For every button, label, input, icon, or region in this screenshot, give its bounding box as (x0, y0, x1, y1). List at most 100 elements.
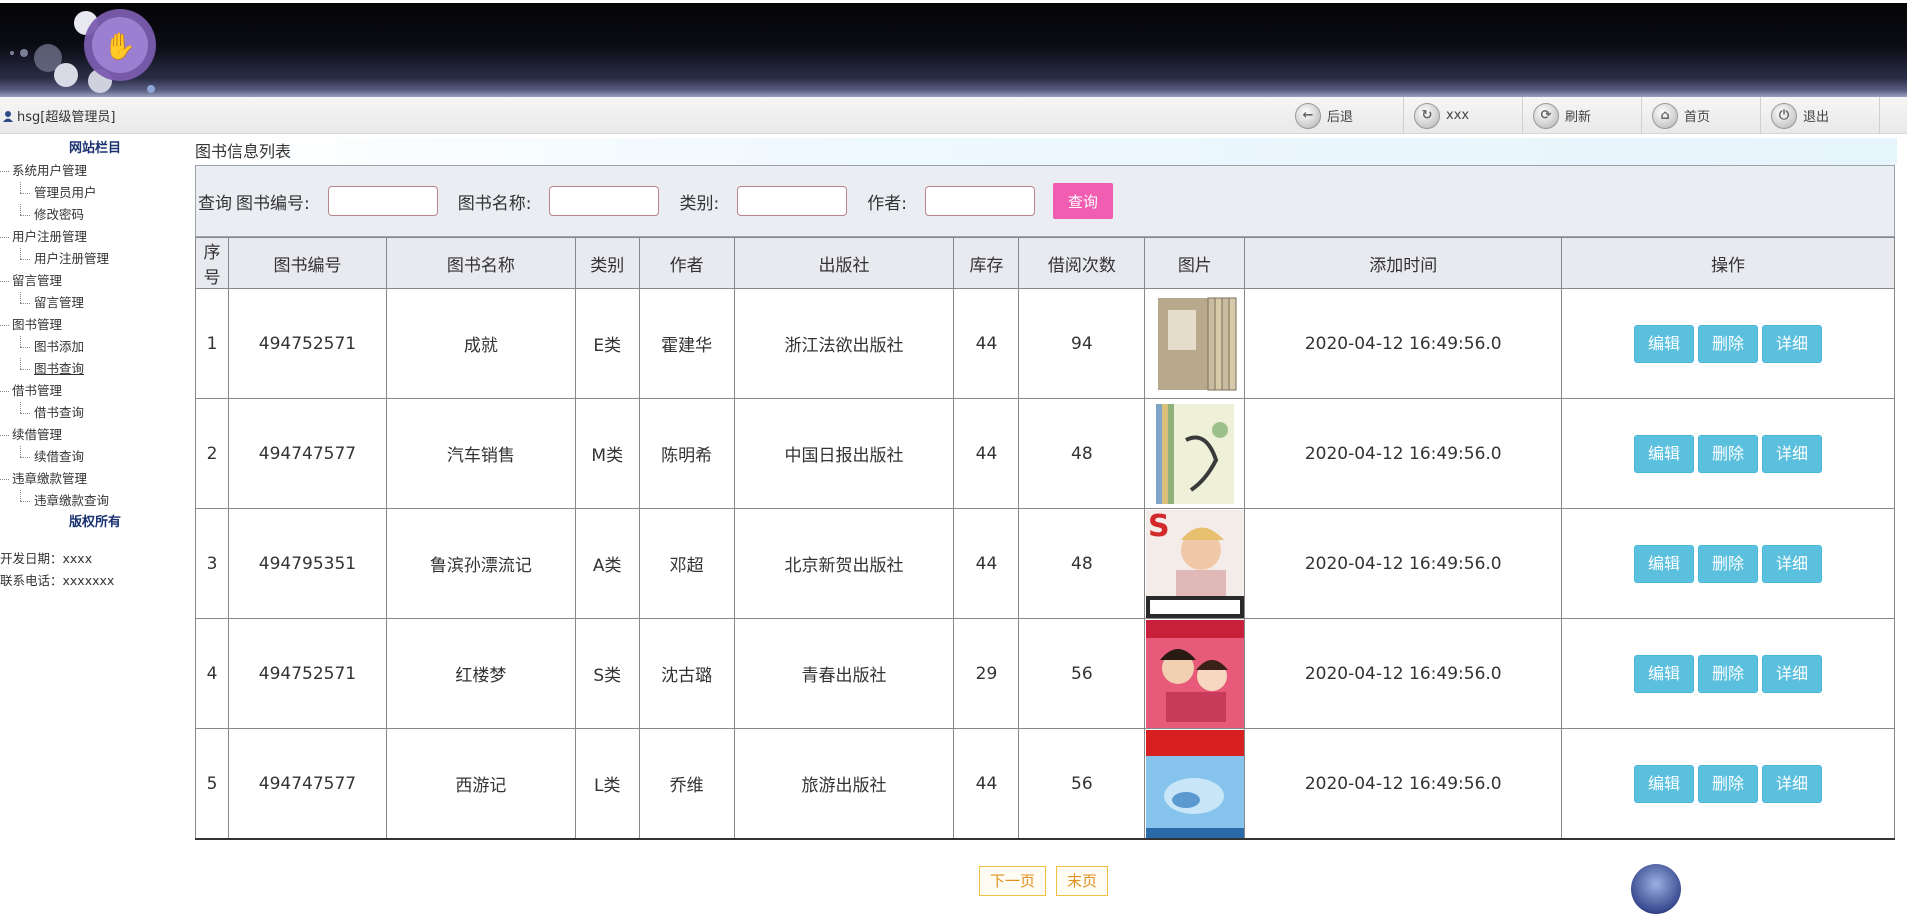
cell-index: 3 (195, 508, 229, 619)
cell-index: 1 (195, 288, 229, 399)
last-page-link[interactable]: 末页 (1056, 866, 1109, 896)
detail-button[interactable]: 详细 (1762, 434, 1823, 473)
cell-book-no: 494747577 (227, 398, 387, 509)
page-title: 图书信息列表 (195, 138, 1897, 165)
nav-group-books[interactable]: 图书管理 (0, 314, 190, 336)
nav-item-book-query[interactable]: 图书查询 (0, 358, 190, 380)
nav-group-borrow[interactable]: 借书管理 (0, 380, 190, 402)
nav-group-messages[interactable]: 留言管理 (0, 270, 190, 292)
refresh-circle-icon: ↻ (1414, 102, 1440, 129)
contact-phone: 联系电话：xxxxxxx (0, 573, 115, 588)
nav-item-user-registration[interactable]: 用户注册管理 (0, 248, 190, 270)
edit-button[interactable]: 编辑 (1634, 544, 1695, 583)
category-input[interactable] (737, 186, 848, 216)
cell-book-no: 494752571 (227, 618, 387, 729)
cell-publisher: 北京新贺出版社 (733, 508, 955, 619)
detail-button[interactable]: 详细 (1762, 324, 1823, 363)
cell-image (1144, 288, 1246, 399)
col-index: 序号 (195, 237, 229, 289)
cell-publisher: 浙江法欲出版社 (733, 288, 955, 399)
cell-book-name: 鲁滨孙漂流记 (385, 508, 576, 619)
svg-text:✋: ✋ (104, 31, 136, 62)
cell-publisher: 旅游出版社 (733, 728, 955, 840)
cell-added-time: 2020-04-12 16:49:56.0 (1244, 288, 1563, 399)
nav-group-user-registration[interactable]: 用户注册管理 (0, 226, 190, 248)
nav-tree: 系统用户管理 管理员用户 修改密码 用户注册管理 用户注册管理 留言管理 留言管… (0, 160, 190, 512)
copyright-title: 版权所有 (68, 515, 121, 530)
cell-index: 5 (195, 728, 229, 840)
cell-stock: 44 (953, 288, 1020, 399)
cell-stock: 29 (953, 618, 1020, 729)
back-button[interactable]: ← 后退 (1285, 97, 1404, 134)
search-button[interactable]: 查询 (1052, 183, 1113, 219)
col-actions: 操作 (1561, 237, 1895, 289)
nav-item-admin-users[interactable]: 管理员用户 (0, 182, 190, 204)
cell-actions: 编辑 删除 详细 (1561, 398, 1895, 509)
book-cover-image[interactable] (1145, 289, 1244, 398)
cell-publisher: 中国日报出版社 (733, 398, 955, 509)
power-icon: ⏻ (1771, 102, 1797, 129)
cell-borrow-count: 56 (1018, 728, 1146, 840)
nav-group-fines[interactable]: 违章缴款管理 (0, 468, 190, 490)
refresh-button[interactable]: ⟳ 刷新 (1523, 97, 1642, 134)
home-button[interactable]: ⌂ 首页 (1642, 97, 1761, 134)
edit-button[interactable]: 编辑 (1634, 324, 1695, 363)
nav-group-system-users[interactable]: 系统用户管理 (0, 160, 190, 182)
cell-actions: 编辑 删除 详细 (1561, 508, 1895, 619)
table-row: 3 494795351 鲁滨孙漂流记 A类 邓超 北京新贺出版社 44 48 S (195, 508, 1895, 619)
cell-book-no: 494752571 (227, 288, 387, 399)
delete-button[interactable]: 删除 (1698, 544, 1759, 583)
next-page-link[interactable]: 下一页 (979, 866, 1047, 896)
nav-item-messages[interactable]: 留言管理 (0, 292, 190, 314)
book-cover-image[interactable]: S (1145, 509, 1244, 618)
book-no-input[interactable] (327, 186, 438, 216)
cell-actions: 编辑 删除 详细 (1561, 728, 1895, 840)
col-borrow-count: 借阅次数 (1018, 237, 1146, 289)
xxx-button[interactable]: ↻ xxx (1404, 97, 1523, 134)
nav-item-add-book[interactable]: 图书添加 (0, 336, 190, 358)
edit-button[interactable]: 编辑 (1634, 434, 1695, 473)
home-icon: ⌂ (1652, 102, 1678, 129)
cell-stock: 44 (953, 728, 1020, 840)
svg-text:S: S (1148, 510, 1170, 544)
detail-button[interactable]: 详细 (1762, 764, 1823, 803)
main-content: 图书信息列表 查询 图书编号: 图书名称: 类别: 作者: 查询 序号 图书编号… (195, 138, 1897, 840)
delete-button[interactable]: 删除 (1698, 324, 1759, 363)
cell-index: 2 (195, 398, 229, 509)
detail-button[interactable]: 详细 (1762, 654, 1823, 693)
nav-item-renewal-query[interactable]: 续借查询 (0, 446, 190, 468)
query-label: 查询 (198, 193, 232, 214)
user-bar: hsg[超级管理员] ← 后退 ↻ xxx ⟳ 刷新 ⌂ 首页 ⏻ 退出 (0, 97, 1907, 134)
cell-author: 沈古璐 (638, 618, 735, 729)
back-label: 后退 (1327, 110, 1354, 125)
cell-actions: 编辑 删除 详细 (1561, 288, 1895, 399)
cell-book-name: 成就 (385, 288, 576, 399)
nav-group-renewal[interactable]: 续借管理 (0, 424, 190, 446)
book-name-input[interactable] (549, 186, 660, 216)
col-publisher: 出版社 (733, 237, 955, 289)
avatar[interactable] (1631, 864, 1681, 914)
cell-book-name: 西游记 (385, 728, 576, 840)
book-cover-image[interactable] (1145, 729, 1244, 838)
cell-image (1144, 618, 1246, 729)
delete-button[interactable]: 删除 (1698, 764, 1759, 803)
nav-item-change-password[interactable]: 修改密码 (0, 204, 190, 226)
logout-button[interactable]: ⏻ 退出 (1761, 97, 1880, 134)
book-cover-image[interactable] (1145, 619, 1244, 728)
refresh-label: 刷新 (1565, 110, 1592, 125)
detail-button[interactable]: 详细 (1762, 544, 1823, 583)
col-author: 作者 (638, 237, 735, 289)
nav-item-borrow-query[interactable]: 借书查询 (0, 402, 190, 424)
cell-book-no: 494795351 (227, 508, 387, 619)
delete-button[interactable]: 删除 (1698, 434, 1759, 473)
edit-button[interactable]: 编辑 (1634, 764, 1695, 803)
book-cover-image[interactable] (1145, 399, 1244, 508)
author-input[interactable] (924, 186, 1035, 216)
logout-label: 退出 (1803, 110, 1830, 125)
edit-button[interactable]: 编辑 (1634, 654, 1695, 693)
cell-stock: 44 (953, 398, 1020, 509)
nav-item-fines-query[interactable]: 违章缴款查询 (0, 490, 190, 512)
col-book-no: 图书编号 (227, 237, 387, 289)
delete-button[interactable]: 删除 (1698, 654, 1759, 693)
cell-category: M类 (574, 398, 640, 509)
